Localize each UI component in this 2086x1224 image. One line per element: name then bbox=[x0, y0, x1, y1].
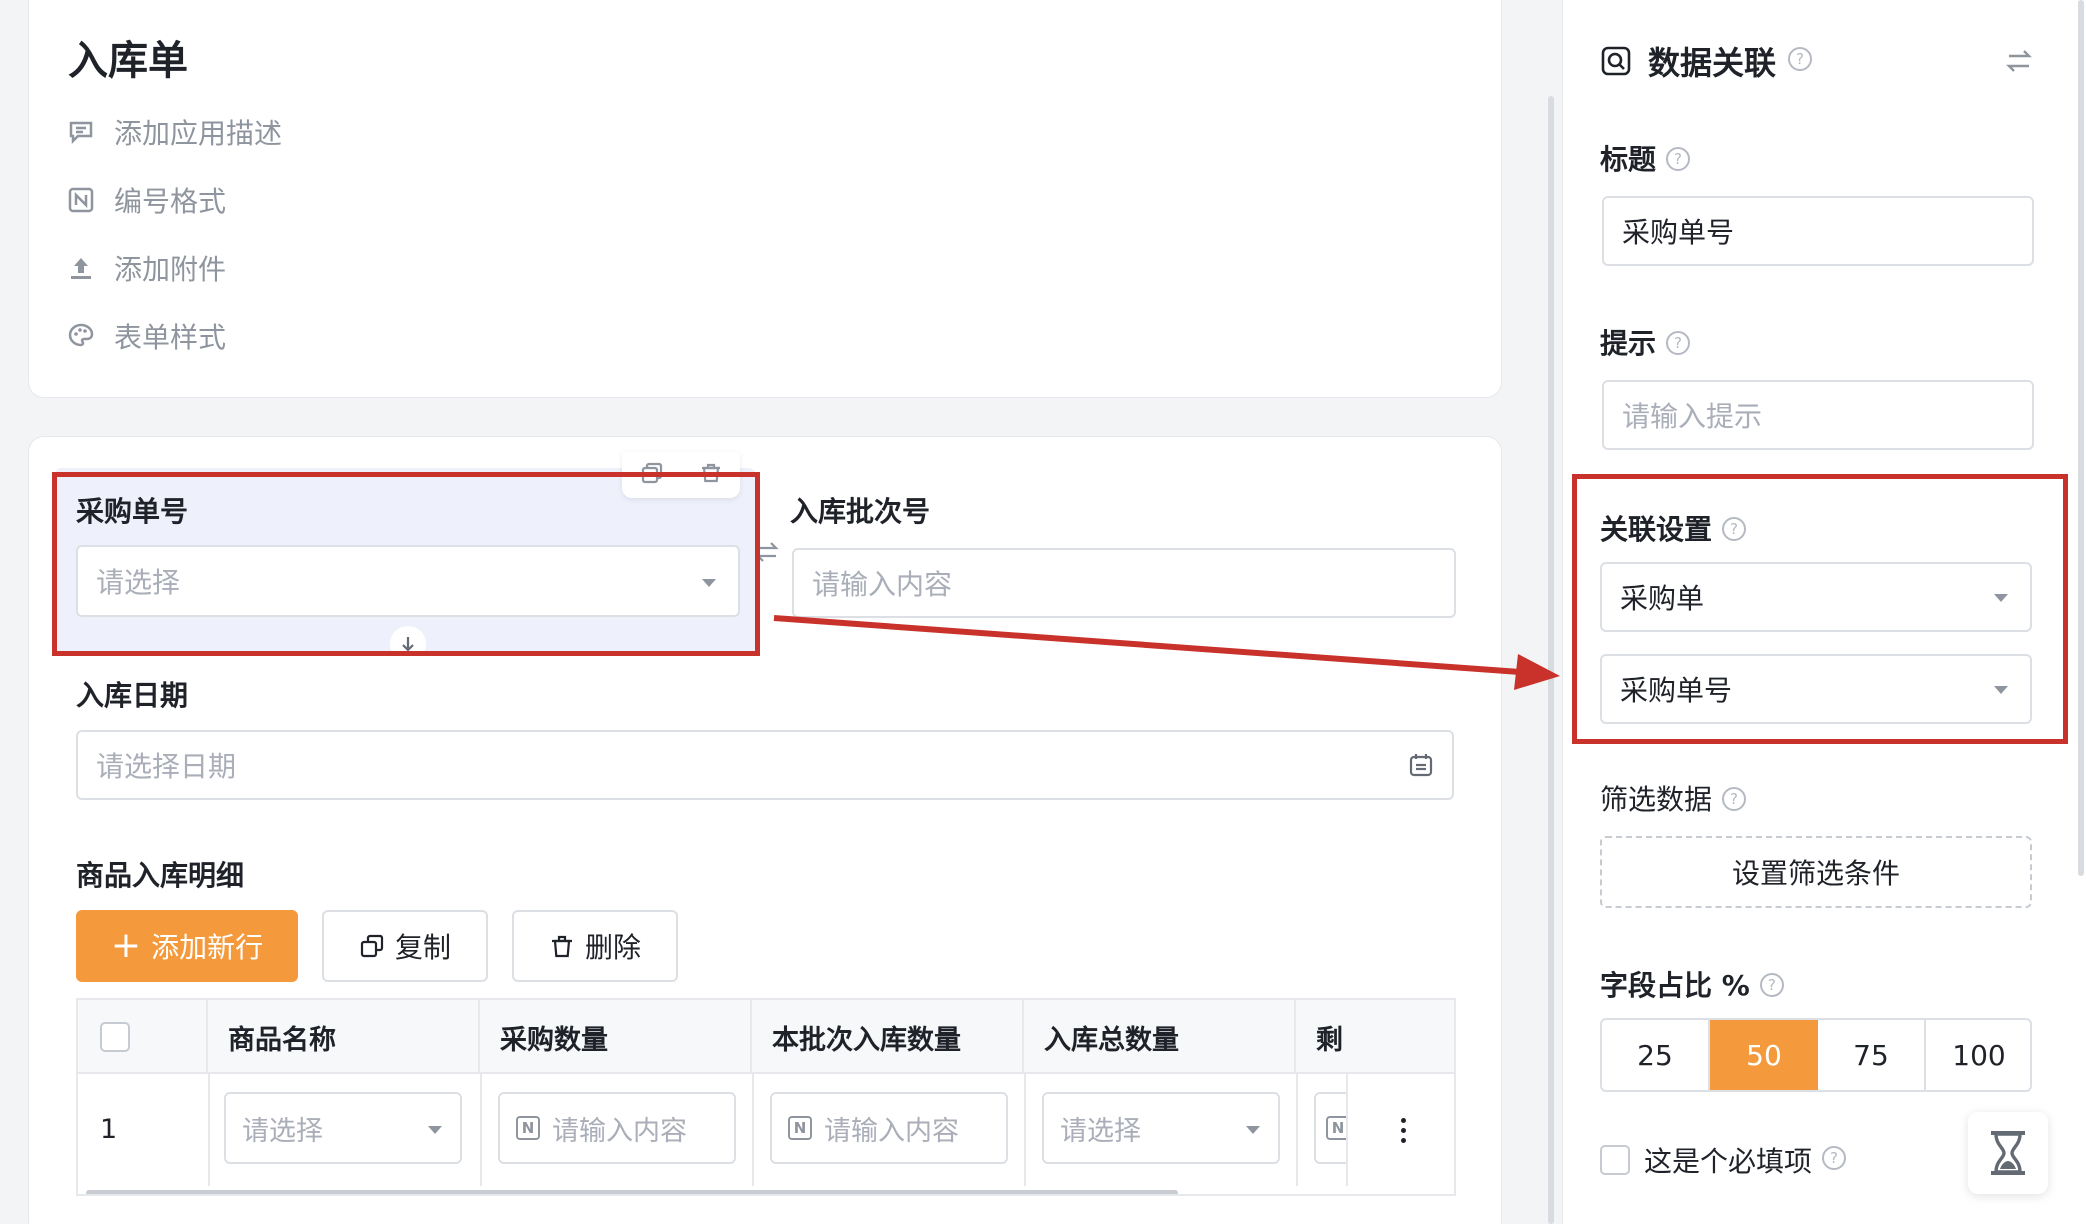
annotation-arrow bbox=[773, 615, 1560, 690]
